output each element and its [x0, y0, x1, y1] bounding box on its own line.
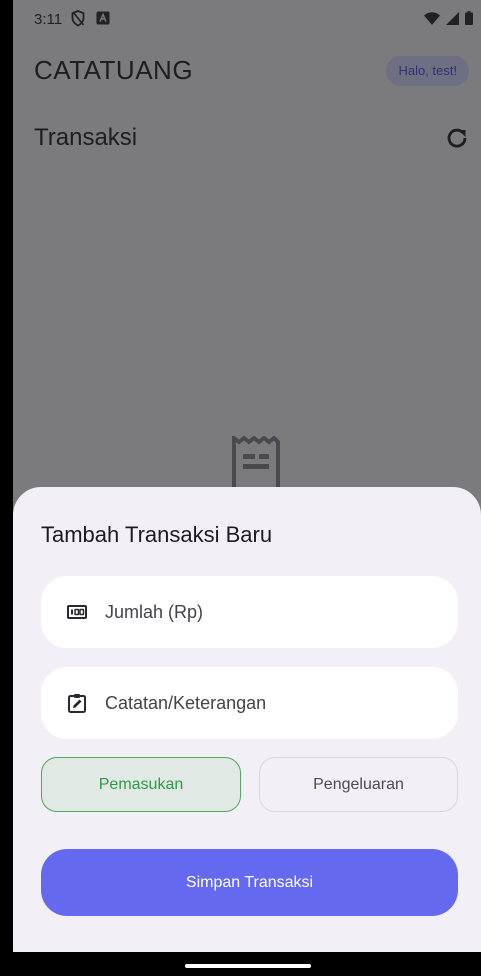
- status-indicators: [424, 11, 473, 30]
- app-title: CATATUANG: [34, 55, 194, 85]
- page-title: Transaksi: [34, 124, 138, 151]
- income-toggle-button[interactable]: Pemasukan: [41, 757, 241, 812]
- amount-field[interactable]: [41, 576, 458, 648]
- note-input[interactable]: [105, 688, 438, 718]
- add-transaction-sheet: Tambah Transaksi Baru Jumlah (Rp) Catata…: [13, 487, 481, 952]
- battery-icon: [465, 11, 473, 30]
- cash-icon: [67, 602, 87, 622]
- status-bar: 3:11: [13, 0, 481, 38]
- signal-icon: [446, 11, 459, 30]
- clipboard-edit-icon: [67, 693, 87, 713]
- save-transaction-button[interactable]: Simpan Transaksi: [41, 849, 458, 916]
- sheet-title: Tambah Transaksi Baru: [41, 522, 273, 547]
- greeting-chip[interactable]: Halo, test!: [386, 56, 469, 86]
- status-time: 3:11: [34, 11, 63, 28]
- home-indicator[interactable]: [185, 964, 311, 968]
- amount-input[interactable]: [105, 597, 438, 627]
- receipt-icon: [231, 433, 281, 492]
- navigation-bar: [13, 952, 481, 976]
- vpn-shield-icon: [71, 10, 85, 32]
- refresh-icon[interactable]: [445, 126, 469, 150]
- expense-toggle-button[interactable]: Pengeluaran: [259, 757, 458, 812]
- wifi-icon: [424, 11, 440, 30]
- note-field[interactable]: [41, 667, 458, 739]
- app-screen: 3:11 CATATUANG Halo, test! Transaksi Tam…: [13, 0, 481, 976]
- notification-a-icon: [96, 11, 110, 30]
